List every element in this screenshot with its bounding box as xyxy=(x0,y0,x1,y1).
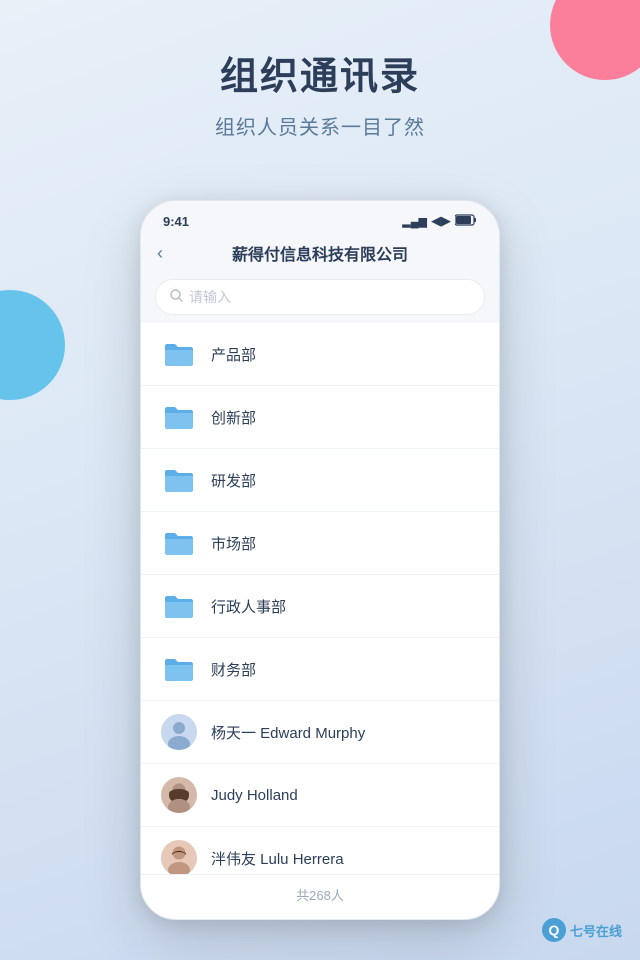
search-bar[interactable]: 请输入 xyxy=(155,279,485,315)
contact-item-1[interactable]: 杨天一 Edward Murphy xyxy=(141,701,499,764)
folder-icon xyxy=(161,336,197,372)
folder-icon xyxy=(161,588,197,624)
contact-label-1: 杨天一 Edward Murphy xyxy=(211,722,365,743)
folder-label-5: 行政人事部 xyxy=(211,596,286,617)
phone-mockup: 9:41 ▂▄▆ ◀▶ ‹ 薪得付信息科技有限公司 请输入 xyxy=(140,200,500,920)
folder-icon xyxy=(161,462,197,498)
footer-count: 共268人 xyxy=(296,888,344,903)
list-item[interactable]: 市场部 xyxy=(141,512,499,575)
header-title: 组织通讯录 xyxy=(0,55,640,101)
list-item[interactable]: 研发部 xyxy=(141,449,499,512)
contact-label-3: 泮伟友 Lulu Herrera xyxy=(211,848,344,869)
watermark: Q 七号在线 xyxy=(542,918,622,942)
list-item[interactable]: 创新部 xyxy=(141,386,499,449)
avatar-1 xyxy=(161,714,197,750)
list-item[interactable]: 产品部 xyxy=(141,323,499,386)
status-bar: 9:41 ▂▄▆ ◀▶ xyxy=(141,201,499,235)
back-button[interactable]: ‹ xyxy=(157,243,163,264)
watermark-text: 七号在线 xyxy=(570,921,622,940)
folder-label-3: 研发部 xyxy=(211,470,256,491)
folder-label-1: 产品部 xyxy=(211,344,256,365)
search-placeholder: 请输入 xyxy=(189,287,231,307)
list-item[interactable]: 财务部 xyxy=(141,638,499,701)
nav-bar: ‹ 薪得付信息科技有限公司 xyxy=(141,235,499,275)
signal-icon: ▂▄▆ xyxy=(402,215,427,228)
watermark-q-icon: Q xyxy=(542,918,566,942)
avatar-2 xyxy=(161,777,197,813)
folder-icon xyxy=(161,525,197,561)
header-section: 组织通讯录 组织人员关系一目了然 xyxy=(0,0,640,140)
phone-footer: 共268人 xyxy=(141,874,499,919)
folder-icon xyxy=(161,399,197,435)
header-subtitle: 组织人员关系一目了然 xyxy=(0,111,640,140)
status-time: 9:41 xyxy=(163,214,189,229)
folder-label-4: 市场部 xyxy=(211,533,256,554)
battery-icon xyxy=(455,214,477,229)
bg-circle-blue xyxy=(0,290,65,400)
folder-label-6: 财务部 xyxy=(211,659,256,680)
list-container: 产品部 创新部 研发部 xyxy=(141,323,499,920)
folder-label-2: 创新部 xyxy=(211,407,256,428)
status-icons: ▂▄▆ ◀▶ xyxy=(402,213,477,229)
avatar-3 xyxy=(161,840,197,876)
search-icon xyxy=(170,289,183,305)
wifi-icon: ◀▶ xyxy=(431,213,451,229)
nav-title: 薪得付信息科技有限公司 xyxy=(232,241,408,265)
folder-icon xyxy=(161,651,197,687)
contact-item-2[interactable]: Judy Holland xyxy=(141,764,499,827)
contact-label-2: Judy Holland xyxy=(211,787,298,804)
list-item[interactable]: 行政人事部 xyxy=(141,575,499,638)
